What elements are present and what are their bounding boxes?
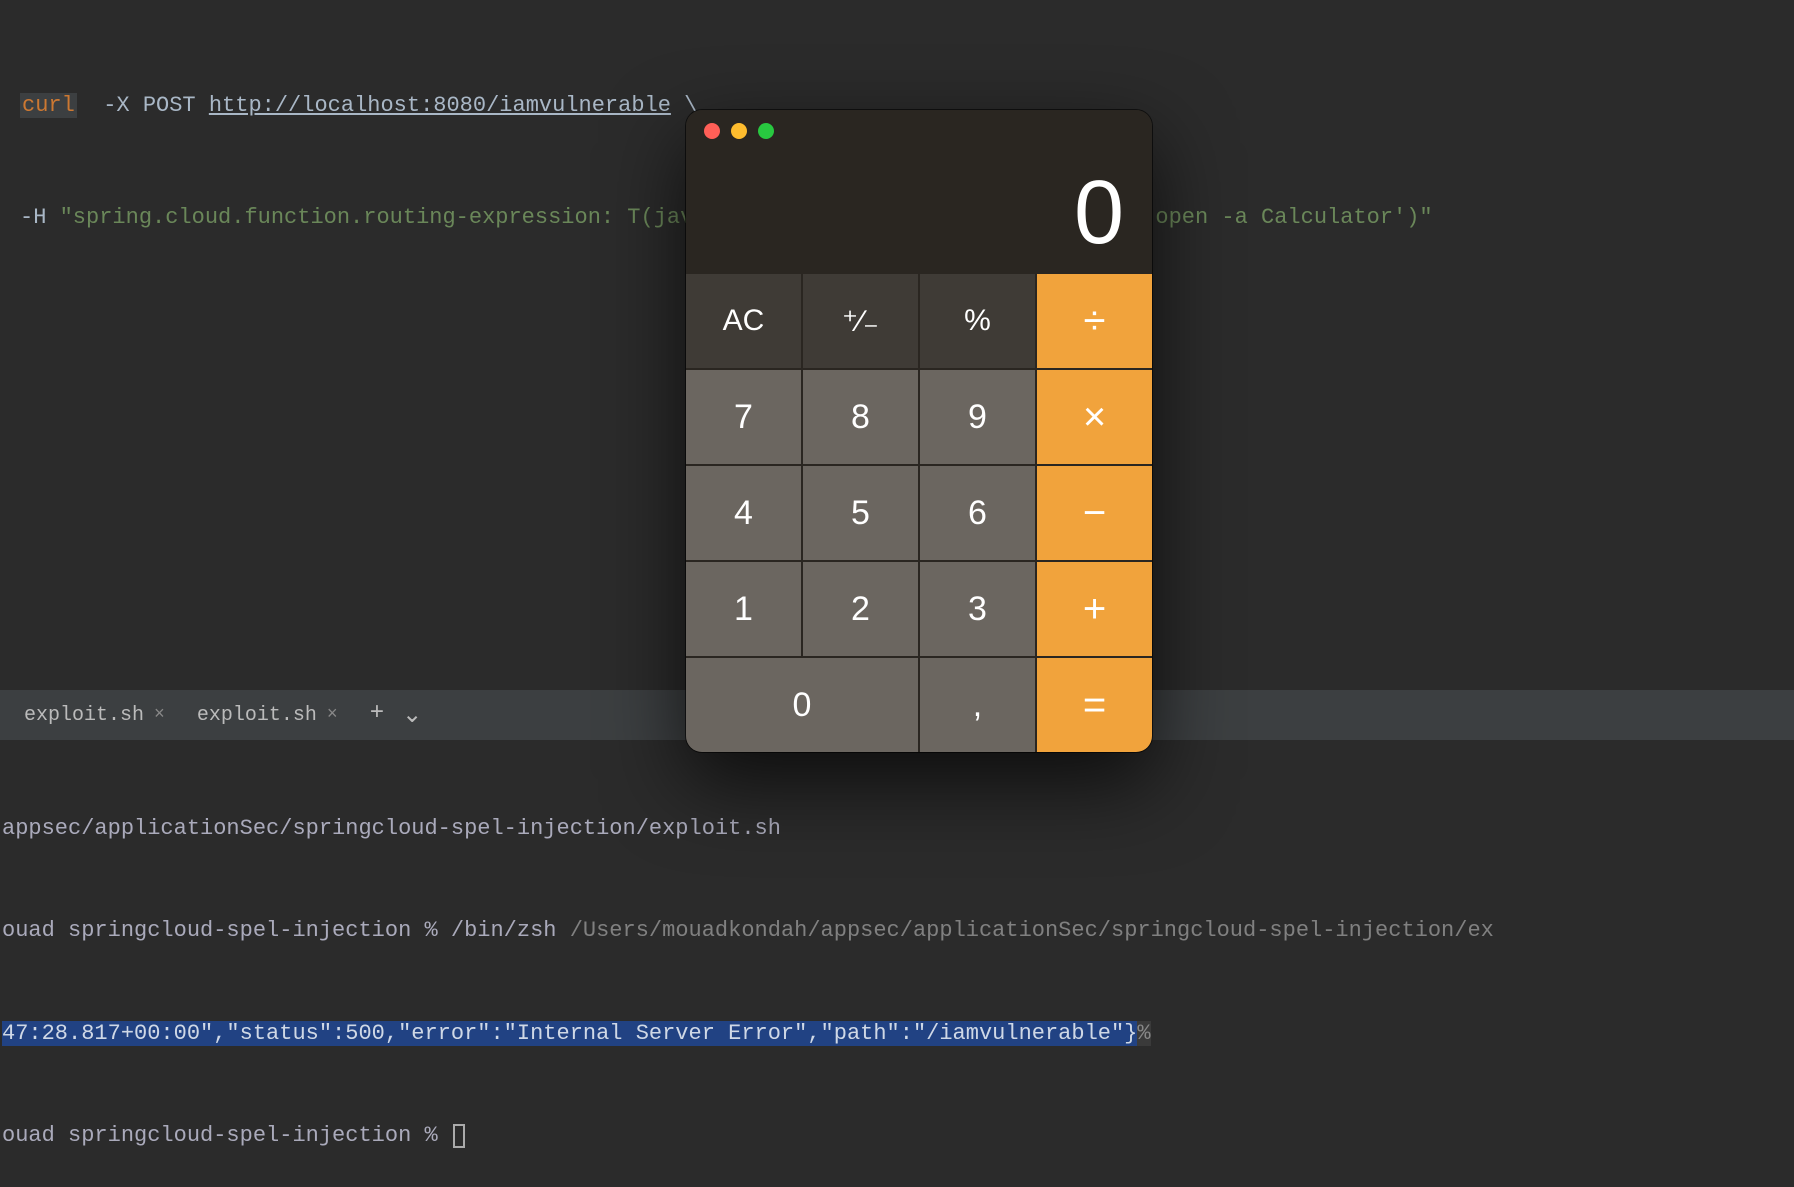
calc-plus-button[interactable]: +: [1037, 562, 1152, 656]
calculator-keypad: AC ⁺∕₋ % ÷ 7 8 9 × 4 5 6 − 1 2 3 + 0 , =: [686, 274, 1152, 752]
calc-percent-button[interactable]: %: [920, 274, 1035, 368]
calc-9-button[interactable]: 9: [920, 370, 1035, 464]
calc-2-button[interactable]: 2: [803, 562, 918, 656]
window-titlebar[interactable]: [686, 110, 1152, 152]
terminal-output[interactable]: appsec/applicationSec/springcloud-spel-i…: [0, 740, 1794, 926]
tab-label: exploit.sh: [24, 704, 144, 727]
calc-decimal-button[interactable]: ,: [920, 658, 1035, 752]
calc-divide-button[interactable]: ÷: [1037, 274, 1152, 368]
calc-sign-button[interactable]: ⁺∕₋: [803, 274, 918, 368]
calc-minus-button[interactable]: −: [1037, 466, 1152, 560]
calculator-display-value: 0: [1074, 162, 1124, 265]
close-icon[interactable]: ×: [327, 705, 338, 725]
token-url: http://localhost:8080/iamvulnerable: [209, 93, 671, 118]
calc-0-button[interactable]: 0: [686, 658, 918, 752]
token-flags: -X POST: [77, 93, 209, 118]
token-curl: curl: [20, 93, 77, 118]
calc-1-button[interactable]: 1: [686, 562, 801, 656]
window-close-icon[interactable]: [704, 123, 720, 139]
add-tab-button[interactable]: +: [370, 700, 384, 730]
close-icon[interactable]: ×: [154, 705, 165, 725]
tab-menu-chevron-icon[interactable]: ⌄: [402, 700, 422, 730]
calculator-window[interactable]: 0 AC ⁺∕₋ % ÷ 7 8 9 × 4 5 6 − 1 2 3 + 0 ,…: [686, 110, 1152, 752]
terminal-prompt: ouad springcloud-spel-injection %: [2, 1119, 1792, 1153]
terminal-line: ouad springcloud-spel-injection % /bin/z…: [2, 914, 1792, 948]
window-minimize-icon[interactable]: [731, 123, 747, 139]
calc-8-button[interactable]: 8: [803, 370, 918, 464]
calc-3-button[interactable]: 3: [920, 562, 1035, 656]
terminal-tab-0[interactable]: exploit.sh ×: [10, 698, 179, 733]
terminal-tab-1[interactable]: exploit.sh ×: [183, 698, 352, 733]
calc-5-button[interactable]: 5: [803, 466, 918, 560]
calc-equals-button[interactable]: =: [1037, 658, 1152, 752]
calc-4-button[interactable]: 4: [686, 466, 801, 560]
terminal-line: 47:28.817+00:00","status":500,"error":"I…: [2, 1017, 1792, 1051]
calc-multiply-button[interactable]: ×: [1037, 370, 1152, 464]
calculator-display: 0: [686, 152, 1152, 274]
terminal-cursor: [453, 1124, 465, 1148]
calc-6-button[interactable]: 6: [920, 466, 1035, 560]
token-header-flag: -H: [20, 205, 60, 230]
terminal-line: appsec/applicationSec/springcloud-spel-i…: [2, 812, 1792, 846]
tab-label: exploit.sh: [197, 704, 317, 727]
calc-7-button[interactable]: 7: [686, 370, 801, 464]
window-zoom-icon[interactable]: [758, 123, 774, 139]
calc-ac-button[interactable]: AC: [686, 274, 801, 368]
